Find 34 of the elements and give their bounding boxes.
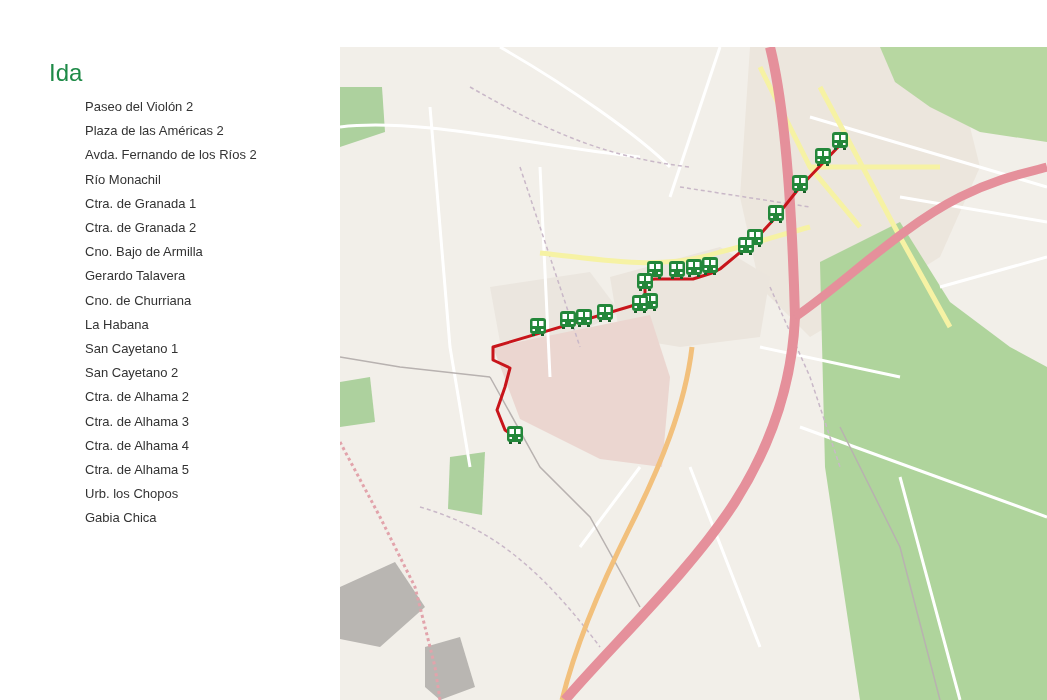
stop-name: La Habana bbox=[85, 315, 150, 334]
stop-name: Plaza de las Américas 2 bbox=[85, 122, 225, 141]
stop-name: Avda. Fernando de los Ríos 2 bbox=[85, 146, 258, 165]
bus-stop-icon[interactable] bbox=[632, 295, 648, 313]
stop-name: Ctra. de Granada 2 bbox=[85, 219, 198, 237]
bus-stop-icon[interactable] bbox=[637, 273, 653, 291]
bus-stop-icon[interactable] bbox=[832, 132, 848, 150]
stop-name: Ctra. de Alhama 2 bbox=[85, 388, 191, 407]
stop-name: San Cayetano 2 bbox=[85, 364, 180, 383]
bus-stop-icon[interactable] bbox=[669, 261, 685, 279]
section-heading: Ida bbox=[49, 59, 84, 87]
stop-name: Ctra. de Granada 1 bbox=[85, 194, 198, 213]
stop-name: Cno. de Churriana bbox=[85, 291, 193, 310]
bus-stop-icon[interactable] bbox=[686, 259, 702, 277]
stop-name: Ctra. de Alhama 3 bbox=[85, 412, 191, 431]
stop-name: Cno. Bajo de Armilla bbox=[85, 243, 204, 262]
stop-name: Paseo del Violón 2 bbox=[85, 98, 195, 116]
bus-stop-icon[interactable] bbox=[507, 426, 523, 444]
bus-stop-icon[interactable] bbox=[597, 304, 613, 322]
bus-stop-icon[interactable] bbox=[738, 237, 754, 255]
stop-name: Gabia Chica bbox=[85, 509, 158, 528]
bus-stop-icon[interactable] bbox=[702, 257, 718, 275]
bus-stop-icon[interactable] bbox=[560, 311, 576, 329]
stop-name: Ctra. de Alhama 5 bbox=[85, 461, 191, 480]
bus-stop-icon[interactable] bbox=[576, 309, 592, 327]
bus-stop-icon[interactable] bbox=[768, 205, 784, 223]
stop-name: Urb. los Chopos bbox=[85, 485, 180, 504]
stop-name: Río Monachil bbox=[85, 170, 162, 189]
stop-name: Ctra. de Alhama 4 bbox=[85, 436, 191, 455]
bus-stop-icon[interactable] bbox=[530, 318, 546, 336]
stop-name: San Cayetano 1 bbox=[85, 340, 180, 359]
bus-stop-icon[interactable] bbox=[815, 148, 831, 166]
bus-stop-icon[interactable] bbox=[792, 175, 808, 193]
stop-name: Gerardo Talavera bbox=[85, 267, 187, 286]
